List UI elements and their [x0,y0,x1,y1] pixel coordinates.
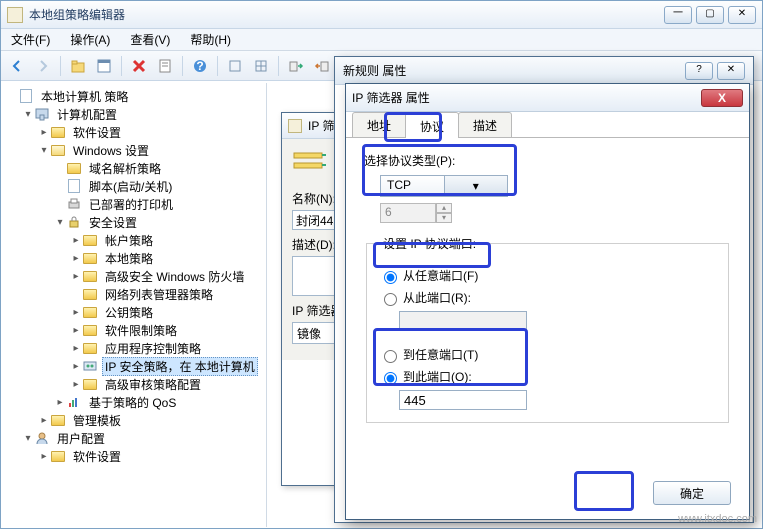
assign-button[interactable] [284,54,308,78]
protocol-combo[interactable]: TCP ▾ [380,175,508,197]
close-button[interactable]: X [701,89,743,107]
tree-netlist[interactable]: 网络列表管理器策略 [102,285,216,304]
close-button[interactable]: ✕ [728,6,756,24]
tree-security[interactable]: 安全设置 [86,213,140,232]
close-button[interactable]: ✕ [717,62,745,80]
tree-advfw[interactable]: 高级安全 Windows 防火墙 [102,267,247,286]
src-this-radio[interactable] [384,293,397,306]
tree-script[interactable]: 脚本(启动/关机) [86,177,175,196]
tree-windows[interactable]: Windows 设置 [70,141,152,160]
src-any-label: 从任意端口(F) [403,267,478,284]
dialog-titlebar[interactable]: IP 筛选器 属性 X [346,84,749,112]
user-icon [34,430,50,446]
up-button[interactable] [66,54,90,78]
chevron-down-icon: ▾ [444,176,508,196]
app-icon [7,7,23,23]
tree-admintpl[interactable]: 管理模板 [70,411,124,430]
menu-action[interactable]: 操作(A) [60,28,120,51]
ok-button[interactable]: 确定 [653,481,731,505]
tree-appctrl[interactable]: 应用程序控制策略 [102,339,204,358]
back-button[interactable] [5,54,29,78]
dst-port-input[interactable] [399,390,527,410]
tree-audit[interactable]: 高级审核策略配置 [102,375,204,394]
tree-swrestrict[interactable]: 软件限制策略 [102,321,180,340]
protocol-value: TCP [381,176,444,196]
protocol-type-label: 选择协议类型(P): [364,152,731,169]
ipsec-icon [82,358,98,374]
tree-pane[interactable]: 本地计算机 策略 ▾计算机配置 ▸软件设置 ▾Windows 设置 域名解析策略 [2,83,267,527]
dialog-title: 新规则 属性 [343,62,406,79]
protocol-number: 6 [380,203,436,223]
dst-this-label: 到此端口(O): [403,368,472,385]
ports-legend: 设置 IP 协议端口: [379,235,480,252]
policy-icon [18,88,34,104]
filter-list-icon [292,149,328,179]
svg-text:?: ? [196,59,203,73]
dst-this-radio[interactable] [384,372,397,385]
menu-view[interactable]: 查看(V) [120,28,180,51]
ip-filter-properties-dialog: IP 筛选器 属性 X 地址 协议 描述 选择协议类型(P): TCP ▾ 6▴… [345,83,750,520]
menu-file[interactable]: 文件(F) [1,28,60,51]
window-title: 本地组策略编辑器 [29,6,664,23]
tree-ipsec[interactable]: IP 安全策略，在 本地计算机 [102,357,258,376]
help-button[interactable]: ? [188,54,212,78]
forward-button[interactable] [31,54,55,78]
dst-any-label: 到任意端口(T) [403,346,478,363]
lock-icon [66,214,82,230]
tree-account[interactable]: 帐户策略 [102,231,156,250]
dialog-icon [288,119,302,133]
tree-usersoft[interactable]: 软件设置 [70,447,124,466]
tab-description[interactable]: 描述 [458,112,512,137]
tree-dns[interactable]: 域名解析策略 [86,159,164,178]
src-any-radio[interactable] [384,271,397,284]
menubar: 文件(F) 操作(A) 查看(V) 帮助(H) [1,29,762,51]
dialog-title: IP 筛选器 属性 [352,89,701,106]
tree-local[interactable]: 本地策略 [102,249,156,268]
properties-button[interactable] [153,54,177,78]
tabstrip: 地址 协议 描述 [346,112,749,138]
delete-button[interactable] [127,54,151,78]
expand-icon[interactable]: ▾ [22,109,34,120]
tree-qos[interactable]: 基于策略的 QoS [86,393,179,412]
tree-user[interactable]: 用户配置 [54,429,108,448]
tree-computer[interactable]: 计算机配置 [54,105,120,124]
tab-address[interactable]: 地址 [352,112,406,137]
dialog-titlebar[interactable]: 新规则 属性 ? ✕ [335,57,753,85]
dst-any-radio[interactable] [384,350,397,363]
src-this-label: 从此端口(R): [403,289,471,306]
src-port-input [399,311,527,331]
printer-icon [66,196,82,212]
main-titlebar: 本地组策略编辑器 一 ▢ ✕ [1,1,762,29]
watermark: www.itxdoc.com [678,513,757,525]
unassign-button[interactable] [310,54,334,78]
ports-group: 设置 IP 协议端口: 从任意端口(F) 从此端口(R): 到任意端口(T) 到… [366,235,729,423]
minimize-button[interactable]: 一 [664,6,692,24]
proto-spinner: ▴▾ [436,203,452,223]
tree-printers[interactable]: 已部署的打印机 [86,195,176,214]
tree-root[interactable]: 本地计算机 策略 [38,87,131,106]
action1-button[interactable] [223,54,247,78]
qos-icon [66,394,82,410]
tree-software[interactable]: 软件设置 [70,123,124,142]
props-button[interactable] [92,54,116,78]
tab-protocol[interactable]: 协议 [405,112,459,138]
maximize-button[interactable]: ▢ [696,6,724,24]
action2-button[interactable] [249,54,273,78]
tree-pubkey[interactable]: 公钥策略 [102,303,156,322]
menu-help[interactable]: 帮助(H) [180,28,241,51]
help-button[interactable]: ? [685,62,713,80]
